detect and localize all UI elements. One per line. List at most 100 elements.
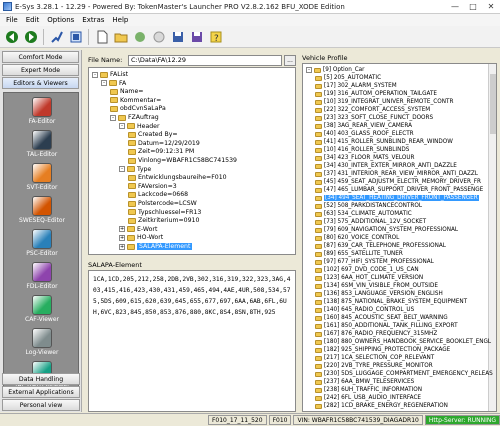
tree-node-label: FAVersion=3	[138, 182, 177, 190]
profile-item-label: [182] 925_SHIPPING_PROTECTION_PACKAGE	[324, 347, 451, 354]
network-icon[interactable]	[67, 28, 84, 45]
menu-file[interactable]: File	[2, 16, 22, 24]
collapse-icon[interactable]: -	[119, 123, 125, 130]
connect-icon[interactable]	[48, 28, 65, 45]
maximize-icon[interactable]: □	[464, 0, 482, 13]
folder-icon	[128, 209, 136, 216]
expert-mode-button[interactable]: Expert Mode	[2, 64, 79, 76]
minimize-icon[interactable]: —	[446, 0, 464, 13]
folder-icon	[315, 187, 322, 193]
collapse-icon[interactable]: -	[101, 80, 107, 87]
folder-icon	[315, 291, 322, 297]
file-name-field[interactable]: C:\Data\FA\12.29	[128, 54, 282, 66]
tool-label: FA-Editor	[28, 118, 56, 125]
tree-node-label: FA	[119, 79, 127, 87]
tool-tal-editor[interactable]: TAL-Editor	[4, 130, 80, 158]
tree-node-label: FZAuftrag	[128, 114, 159, 121]
status-series: F010	[268, 415, 292, 425]
profile-item-label: [102] 697_DVD_CODE_1_US_CAN	[324, 267, 419, 274]
tree-node[interactable]: + SALAPA-Element	[119, 242, 193, 251]
close-icon[interactable]: ✕	[482, 0, 500, 13]
profile-item-label: [63] 534_CLIMATE_AUTOMATIC	[324, 211, 412, 218]
profile-item-label: [22] 322_COMFORT_ACCESS_SYSTEM	[324, 107, 431, 114]
folder-icon	[315, 355, 322, 361]
profile-item-label: [40] 403_GLASS_ROOF_ELECTR	[324, 131, 414, 138]
folder-icon	[315, 123, 322, 129]
open-icon[interactable]	[112, 28, 129, 45]
import-icon[interactable]	[131, 28, 148, 45]
folder-icon	[315, 91, 322, 97]
tool-fa-editor[interactable]: FA-Editor	[4, 97, 80, 125]
editors-viewers-button[interactable]: Editors & Viewers	[2, 77, 79, 89]
menu-bar: File Edit Options Extras Help	[0, 14, 500, 26]
tool-svt-editor[interactable]: SVT-Editor	[4, 163, 80, 191]
folder-icon	[315, 235, 322, 241]
profile-item-label: [220] 2VB_TYRE_PRESSURE_MONITOR	[324, 363, 433, 370]
folder-icon	[315, 299, 322, 305]
tool-label: PSC-Editor	[26, 250, 58, 257]
folder-icon	[315, 83, 322, 89]
tree-node-label: Lackcode=0668	[138, 191, 189, 199]
tool-caf-viewer[interactable]: CAF-Viewer	[4, 295, 80, 323]
profile-item-label: [37] 431_INTERIOR_REAR_VIEW_MIRROR_ANTI_…	[324, 171, 478, 178]
profile-item-label: [97] 677_HIFI_SYSTEM_PROFESSIONAL	[324, 259, 434, 266]
collapse-icon[interactable]: -	[119, 166, 125, 173]
menu-options[interactable]: Options	[43, 16, 78, 24]
save-icon[interactable]	[169, 28, 186, 45]
export-icon[interactable]	[150, 28, 167, 45]
personal-view-button[interactable]: Personal view	[2, 399, 80, 411]
tree-node-label: SALAPA-Element	[137, 243, 193, 250]
folder-icon	[315, 171, 322, 177]
collapse-icon[interactable]: -	[306, 67, 312, 74]
tool-fdl-editor[interactable]: FDL-Editor	[4, 262, 80, 290]
expand-icon[interactable]: +	[119, 243, 125, 250]
data-handling-button[interactable]: Data Handling	[2, 373, 80, 385]
profile-item-label: [134] 6SM_VIN_VISIBLE_FROM_OUTSIDE	[324, 283, 438, 290]
profile-item-label: [89] 655_SATELLITE_TUNER	[324, 251, 403, 258]
menu-edit[interactable]: Edit	[22, 16, 44, 24]
help-icon[interactable]: ?	[207, 28, 224, 45]
collapse-icon[interactable]: -	[110, 114, 116, 121]
collapse-icon[interactable]: -	[92, 71, 98, 78]
folder-icon	[315, 347, 322, 353]
folder-icon	[315, 395, 322, 401]
new-icon[interactable]	[93, 28, 110, 45]
expand-icon[interactable]: +	[119, 226, 125, 233]
folder-icon	[315, 99, 322, 105]
menu-help[interactable]: Help	[108, 16, 132, 24]
tool-label: FDL-Editor	[26, 283, 58, 290]
forward-icon[interactable]	[22, 28, 39, 45]
profile-item-label: [73] 575_ADDITIONAL_12V_SOCKET	[324, 219, 427, 226]
profile-item-label: [237] 6AA_BMW_TELESERVICES	[324, 379, 415, 386]
tool-log-viewer[interactable]: Log-Viewer	[4, 328, 80, 356]
folder-icon	[128, 157, 136, 164]
tool-sweseq-editor[interactable]: SWESEQ-Editor	[4, 196, 80, 224]
app-icon	[3, 2, 12, 11]
scrollbar-thumb[interactable]	[490, 74, 496, 134]
menu-extras[interactable]: Extras	[78, 16, 108, 24]
save-as-icon[interactable]	[188, 28, 205, 45]
folder-icon	[128, 217, 136, 224]
profile-item-label: [34] 430_INTER_EXTER_MIRROR_ANTI_DAZZLE	[324, 163, 457, 170]
back-icon[interactable]	[3, 28, 20, 45]
tool-label: SWESEQ-Editor	[19, 217, 65, 224]
sidebar: Comfort Mode Expert Mode Editors & Viewe…	[0, 50, 82, 412]
external-applications-button[interactable]: External Applications	[2, 386, 80, 398]
status-vin: VIN: WBAFR1C58BC741539_DIAGADR10	[293, 415, 423, 425]
tool-icon	[32, 295, 52, 315]
folder-icon	[315, 75, 322, 81]
profile-item-label: [38] 3AG_REAR_VIEW_CAMERA	[324, 123, 412, 130]
vertical-scrollbar[interactable]	[488, 64, 496, 411]
profile-item[interactable]: [282] 1CD_BRAKE_ENERGY_REGENERATION	[315, 402, 448, 411]
profile-item-label: [10] 319_INTEGRAT_UNIVER_REMOTE_CONTR	[324, 99, 454, 106]
comfort-mode-button[interactable]: Comfort Mode	[2, 51, 79, 63]
tool-psc-editor[interactable]: PSC-Editor	[4, 229, 80, 257]
folder-icon	[315, 275, 322, 281]
profile-item-label: [167] 876_RADIO_FREQUENCY_315MHZ	[324, 331, 438, 338]
tree-node-label: Entwicklungsbaureihe=F010	[138, 174, 227, 182]
tree-node-label: obdCvnSaLaPa	[120, 105, 166, 113]
expand-icon[interactable]: +	[119, 234, 125, 241]
salapa-label: SALAPA-Element	[88, 261, 142, 269]
browse-button[interactable]: ...	[284, 54, 296, 66]
status-bar: F010_17_11_520 F010 VIN: WBAFR1C58BC7415…	[0, 413, 500, 426]
